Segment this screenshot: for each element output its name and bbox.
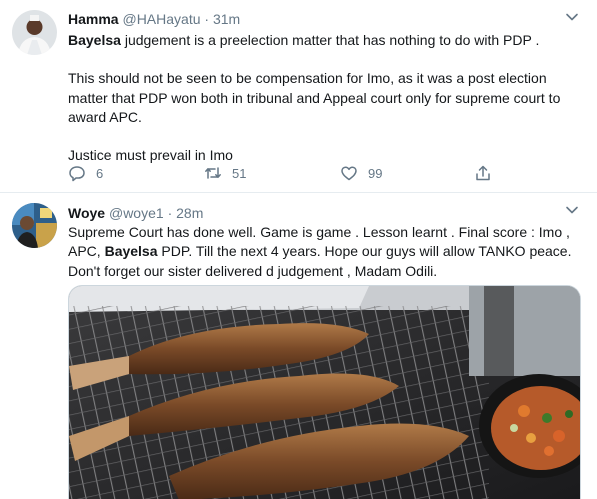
- chevron-down-icon[interactable]: [563, 201, 581, 219]
- avatar[interactable]: [12, 10, 57, 55]
- display-name[interactable]: Woye: [68, 205, 105, 221]
- hashtag-bold: Bayelsa: [104, 243, 158, 260]
- chevron-down-icon[interactable]: [563, 8, 581, 26]
- like-button[interactable]: 99: [340, 163, 382, 183]
- avatar[interactable]: [12, 203, 57, 248]
- reply-button[interactable]: 6: [68, 163, 103, 183]
- tweet-text: Supreme Court has done well. Game is gam…: [68, 223, 578, 281]
- reply-count: 6: [96, 165, 104, 181]
- tweet-actions: 6 51 99: [68, 163, 508, 183]
- separator: ·: [167, 205, 173, 221]
- like-count: 99: [368, 165, 383, 181]
- share-button[interactable]: [474, 163, 492, 183]
- user-handle[interactable]: @HAHayatu: [122, 11, 200, 27]
- reply-icon: [69, 166, 85, 182]
- user-handle[interactable]: @woye1: [109, 205, 164, 221]
- retweet-count: 51: [232, 165, 247, 181]
- like-icon: [341, 166, 357, 181]
- tweet-header: Hamma @HAHayatu · 31m: [68, 10, 240, 28]
- tweet-text-run: judgement is a preelection matter that h…: [120, 32, 540, 48]
- retweet-button[interactable]: 51: [204, 163, 246, 183]
- tweet[interactable]: Hamma @HAHayatu · 31m Bayelsa judgement …: [0, 0, 597, 193]
- timestamp[interactable]: 28m: [176, 205, 203, 221]
- hashtag-bold: Bayelsa: [68, 32, 121, 48]
- tweet-paragraph: This should not be seen to be compensati…: [68, 70, 561, 125]
- tweet[interactable]: Woye @woye1 · 28m Supreme Court has done…: [0, 193, 597, 499]
- share-icon: [476, 165, 490, 181]
- tweet-paragraph: Bayelsa judgement is a preelection matte…: [68, 31, 578, 50]
- timestamp[interactable]: 31m: [213, 11, 240, 27]
- display-name[interactable]: Hamma: [68, 11, 119, 27]
- tweet-media-image[interactable]: [68, 285, 581, 499]
- separator: ·: [204, 11, 210, 27]
- tweet-paragraph: Supreme Court has done well. Game is gam…: [68, 223, 578, 281]
- tweet-header: Woye @woye1 · 28m: [68, 204, 203, 222]
- retweet-icon: [205, 167, 221, 179]
- tweet-text: Bayelsa judgement is a preelection matte…: [68, 31, 578, 165]
